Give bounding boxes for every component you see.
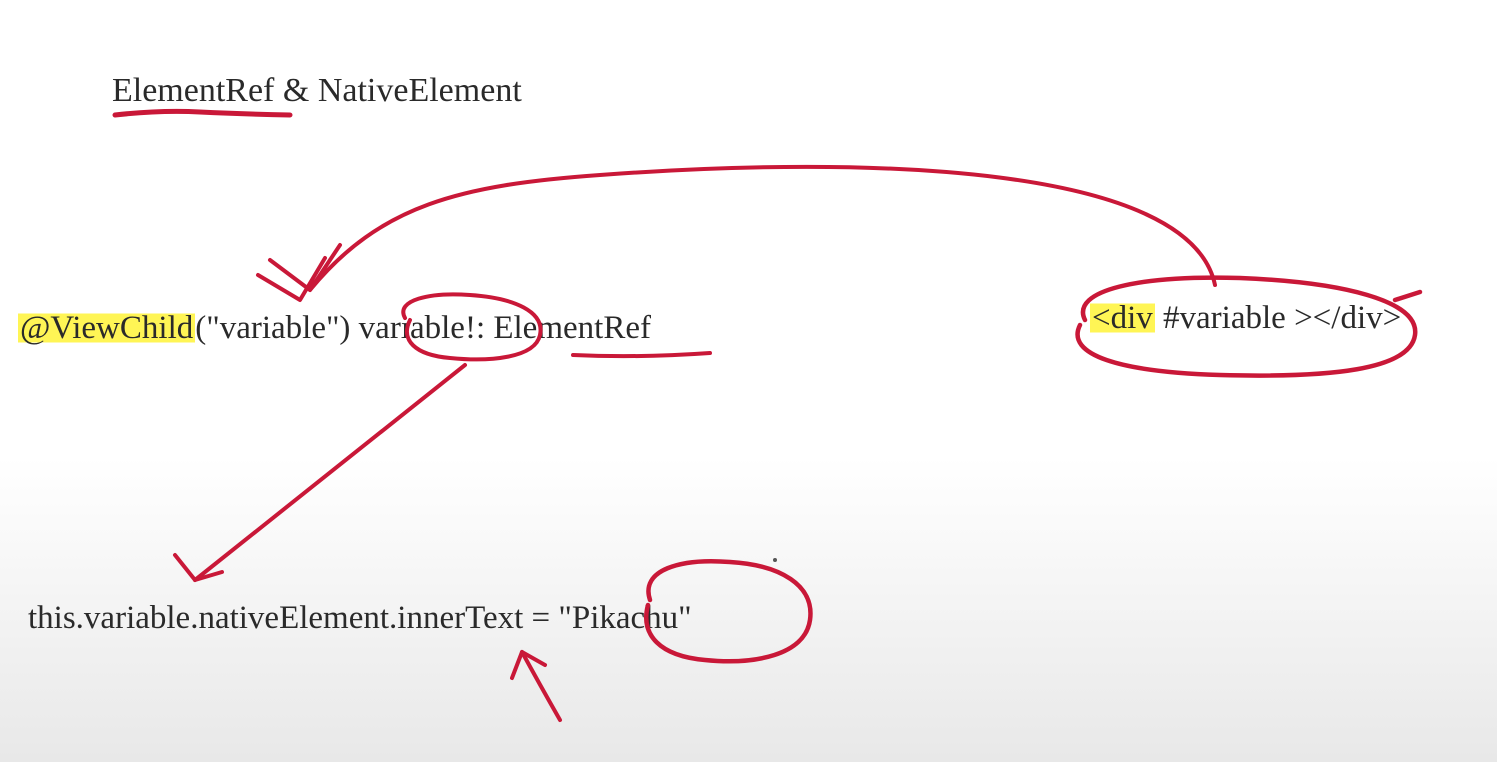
title-underline bbox=[115, 111, 290, 115]
arrow-variable-to-native bbox=[195, 365, 465, 580]
div-open: <div bbox=[1090, 300, 1155, 336]
viewchild-varname: variable! bbox=[359, 310, 476, 346]
div-space bbox=[1155, 300, 1163, 336]
arrowhead-scribble-1 bbox=[258, 245, 340, 300]
arrowhead-down bbox=[175, 555, 222, 580]
elementref-underline bbox=[573, 353, 710, 356]
curve-arrow-div-to-viewchild bbox=[310, 167, 1215, 290]
title-nativeelement: NativeElement bbox=[318, 72, 522, 109]
dot-artifact bbox=[773, 558, 777, 562]
native-prefix: this.variable.nativeElement.innerText = bbox=[28, 600, 558, 636]
viewchild-paren: ("variable") bbox=[195, 310, 358, 346]
viewchild-decorator: @ViewChild bbox=[18, 310, 195, 346]
annotation-layer bbox=[0, 0, 1497, 762]
div-template: <div #variable ></div> bbox=[1090, 300, 1401, 337]
native-element-usage: this.variable.nativeElement.innerText = … bbox=[28, 600, 692, 637]
title-text: ElementRef & NativeElement bbox=[112, 72, 522, 110]
div-ref: #variable bbox=[1163, 300, 1294, 336]
viewchild-type: ElementRef bbox=[493, 310, 651, 346]
viewchild-colon: : bbox=[476, 310, 493, 346]
title-amp: & bbox=[274, 72, 317, 109]
viewchild-declaration: @ViewChild("variable") variable!: Elemen… bbox=[18, 310, 651, 347]
small-arrow-up bbox=[522, 652, 560, 720]
small-arrowhead-up bbox=[512, 652, 545, 678]
title-elementref: ElementRef bbox=[112, 72, 274, 109]
div-close: ></div> bbox=[1294, 300, 1401, 336]
native-value: "Pikachu" bbox=[558, 600, 691, 636]
